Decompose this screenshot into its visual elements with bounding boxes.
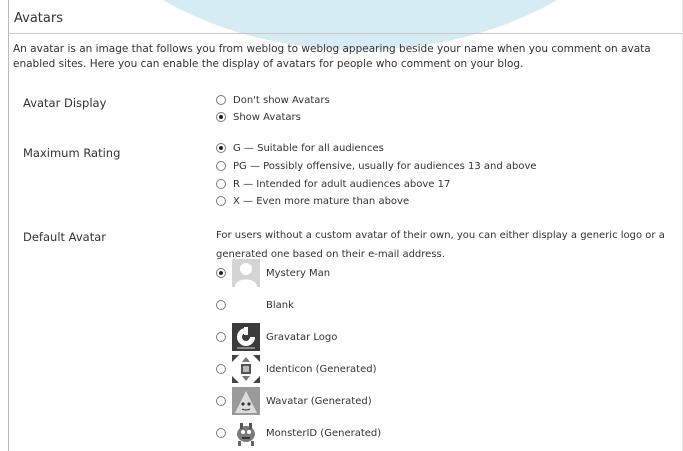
mystery-man-icon (232, 259, 260, 287)
radio-button[interactable] (216, 300, 226, 310)
radio-avatar-blank[interactable]: Blank (216, 290, 294, 320)
radio-avatar-monsterid[interactable]: MonsterID (Generated) (216, 418, 381, 448)
radio-button[interactable] (216, 95, 226, 105)
intro-line-1: An avatar is an image that follows you f… (13, 43, 651, 55)
gravatar-logo-icon (232, 323, 260, 351)
default-avatar-label: Default Avatar (23, 230, 107, 244)
radio-dont-show-avatars[interactable]: Don't show Avatars (216, 93, 330, 107)
option-label: R — Intended for adult audiences above 1… (233, 178, 451, 190)
monsterid-icon (232, 419, 260, 447)
radio-avatar-wavatar[interactable]: Wavatar (Generated) (216, 386, 372, 416)
radio-button[interactable] (216, 332, 226, 342)
radio-button[interactable] (216, 161, 226, 171)
option-label: Don't show Avatars (233, 94, 330, 106)
radio-button[interactable] (216, 396, 226, 406)
left-frame-border (8, 0, 9, 451)
avatar-display-label: Avatar Display (23, 96, 107, 110)
wavatar-icon (232, 387, 260, 415)
radio-button[interactable] (216, 112, 226, 122)
maximum-rating-label: Maximum Rating (23, 146, 121, 160)
radio-avatar-mystery-man[interactable]: Mystery Man (216, 258, 330, 288)
radio-button[interactable] (216, 143, 226, 153)
radio-rating-g[interactable]: G — Suitable for all audiences (216, 141, 384, 155)
radio-button[interactable] (216, 428, 226, 438)
radio-avatar-gravatar-logo[interactable]: Gravatar Logo (216, 322, 337, 352)
radio-button[interactable] (216, 179, 226, 189)
intro-text: An avatar is an image that follows you f… (13, 42, 683, 72)
radio-button[interactable] (216, 268, 226, 278)
option-label: Gravatar Logo (266, 331, 338, 343)
option-label: PG — Possibly offensive, usually for aud… (233, 160, 537, 172)
option-label: X — Even more mature than above (233, 195, 410, 207)
radio-button[interactable] (216, 196, 226, 206)
radio-rating-x[interactable]: X — Even more mature than above (216, 194, 409, 208)
option-label: G — Suitable for all audiences (233, 142, 384, 154)
section-title: Avatars (14, 11, 63, 26)
option-label: Wavatar (Generated) (266, 395, 372, 407)
blank-avatar (232, 291, 260, 319)
radio-button[interactable] (216, 364, 226, 374)
heading-divider (8, 33, 683, 34)
intro-line-2: enabled sites. Here you can enable the d… (13, 58, 524, 70)
option-label: Blank (266, 299, 294, 311)
option-label: MonsterID (Generated) (266, 427, 382, 439)
identicon-icon (232, 355, 260, 383)
description-line-1: For users without a custom avatar of the… (216, 230, 665, 241)
option-label: Identicon (Generated) (266, 363, 377, 375)
radio-rating-r[interactable]: R — Intended for adult audiences above 1… (216, 177, 450, 191)
option-label: Mystery Man (266, 267, 331, 279)
option-label: Show Avatars (233, 111, 301, 123)
radio-show-avatars[interactable]: Show Avatars (216, 110, 301, 124)
radio-rating-pg[interactable]: PG — Possibly offensive, usually for aud… (216, 159, 537, 173)
avatars-settings-page: Avatars An avatar is an image that follo… (0, 0, 683, 451)
radio-avatar-identicon[interactable]: Identicon (Generated) (216, 354, 376, 384)
